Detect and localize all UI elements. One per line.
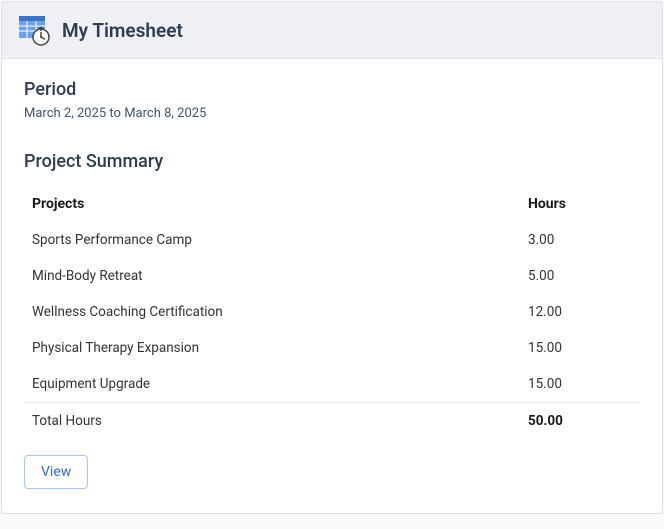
period-heading: Period [24, 79, 640, 100]
table-row: Mind-Body Retreat 5.00 [24, 258, 640, 294]
project-summary-table: Projects Hours Sports Performance Camp 3… [24, 186, 640, 439]
project-name: Equipment Upgrade [24, 366, 520, 403]
view-button[interactable]: View [24, 455, 88, 489]
table-header-row: Projects Hours [24, 186, 640, 222]
project-name: Physical Therapy Expansion [24, 330, 520, 366]
table-row: Equipment Upgrade 15.00 [24, 366, 640, 403]
table-row: Wellness Coaching Certification 12.00 [24, 294, 640, 330]
period-range: March 2, 2025 to March 8, 2025 [24, 106, 640, 121]
project-hours: 15.00 [520, 330, 640, 366]
card-header: My Timesheet [2, 2, 662, 59]
col-projects: Projects [24, 186, 520, 222]
timesheet-icon [18, 14, 50, 46]
total-label: Total Hours [24, 403, 520, 440]
total-row: Total Hours 50.00 [24, 403, 640, 440]
project-hours: 3.00 [520, 222, 640, 258]
timesheet-card: My Timesheet Period March 2, 2025 to Mar… [1, 1, 663, 514]
col-hours: Hours [520, 186, 640, 222]
table-row: Physical Therapy Expansion 15.00 [24, 330, 640, 366]
card-body: Period March 2, 2025 to March 8, 2025 Pr… [2, 59, 662, 513]
project-name: Sports Performance Camp [24, 222, 520, 258]
table-body: Sports Performance Camp 3.00 Mind-Body R… [24, 222, 640, 439]
project-name: Wellness Coaching Certification [24, 294, 520, 330]
table-row: Sports Performance Camp 3.00 [24, 222, 640, 258]
total-value: 50.00 [520, 403, 640, 440]
project-hours: 12.00 [520, 294, 640, 330]
project-summary-heading: Project Summary [24, 151, 640, 172]
project-hours: 15.00 [520, 366, 640, 403]
project-hours: 5.00 [520, 258, 640, 294]
card-title: My Timesheet [62, 19, 183, 42]
actions-bar: View [24, 455, 640, 489]
project-name: Mind-Body Retreat [24, 258, 520, 294]
